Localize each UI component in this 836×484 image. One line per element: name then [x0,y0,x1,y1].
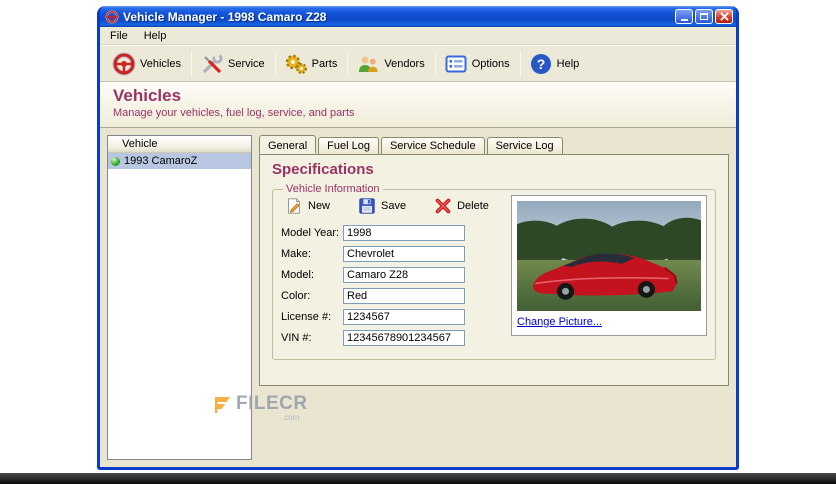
general-tab-panel: Specifications Vehicle Information New S… [259,154,729,386]
toolbar-button-parts[interactable]: Parts [278,49,346,79]
license-label: License #: [281,311,332,323]
toolbar-separator [190,50,192,77]
toolbar-separator [274,50,276,77]
toolbar-label: Help [556,57,580,70]
toolbar-label: Options [471,57,510,70]
tools-icon [200,52,224,76]
toolbar-label: Vehicles [140,57,181,70]
record-actions: New Save Delete [285,197,489,215]
red-x-icon [435,198,451,214]
delete-button[interactable]: Delete [434,197,489,215]
form-row: License #: [281,309,489,325]
toolbar-button-service[interactable]: Service [194,49,273,79]
vin-input[interactable] [343,330,465,346]
model-year-label: Model Year: [281,227,340,239]
svg-text:?: ? [536,56,545,72]
menu-help[interactable]: Help [136,28,175,44]
tab-fuel-log[interactable]: Fuel Log [318,137,379,154]
gears-icon [284,52,308,76]
window-title: Vehicle Manager - 1998 Camaro Z28 [123,9,327,24]
maximize-button[interactable] [695,9,713,24]
new-button[interactable]: New [285,197,330,215]
vehicle-list-item[interactable]: 1993 CamaroZ [108,153,251,169]
title-bar[interactable]: Vehicle Manager - 1998 Camaro Z28 [100,6,736,27]
detail-panel: General Fuel Log Service Schedule Servic… [259,135,729,460]
form-row: Make: [281,246,489,262]
list-options-icon [444,52,468,76]
tab-service-log[interactable]: Service Log [486,137,563,154]
toolbar-label: Vendors [384,57,425,70]
page-header: Vehicles Manage your vehicles, fuel log,… [100,82,736,128]
make-input[interactable] [343,246,465,262]
new-document-icon [288,198,300,214]
save-button[interactable]: Save [358,197,406,215]
vehicle-photo-frame: Change Picture... [511,195,707,336]
app-steering-wheel-icon [105,10,119,24]
form-row: VIN #: [281,330,489,346]
floppy-disk-icon [359,198,375,214]
color-label: Color: [281,290,311,302]
vin-label: VIN #: [281,332,312,344]
toolbar-button-vehicles[interactable]: Vehicles [106,49,189,79]
people-icon [356,52,380,76]
form-row: Model Year: [281,225,489,241]
form-row: Model: [281,267,489,283]
green-status-ball-icon [111,156,120,166]
vehicle-list: Vehicle 1993 CamaroZ [107,135,252,460]
form-row: Color: [281,288,489,304]
maximize-icon [700,13,708,20]
section-title: Specifications [272,161,374,178]
tab-strip: General Fuel Log Service Schedule Servic… [259,135,729,154]
license-input[interactable] [343,309,465,325]
menu-bar: File Help [100,27,736,45]
model-label: Model: [281,269,315,281]
vehicle-information-groupbox: Vehicle Information New Save Delete Mode… [272,183,716,360]
vehicle-form: New Save Delete Model Year: 1998 Make: C… [281,195,489,351]
toolbar-label: Service [227,57,265,70]
model-year-input[interactable] [343,225,465,241]
vehicle-photo [517,201,701,311]
color-input[interactable] [343,288,465,304]
toolbar-label: Parts [311,57,338,70]
window-controls [675,9,733,24]
question-icon: ? [529,52,553,76]
vehicle-list-item-label: 1993 CamaroZ [124,155,198,167]
vehicle-list-column-header[interactable]: Vehicle [108,136,251,153]
save-button-label: Save [381,200,407,212]
model-input[interactable] [343,267,465,283]
toolbar-separator [434,50,436,77]
minimize-icon [680,19,688,21]
close-icon [719,12,729,21]
steering-wheel-icon [112,52,136,76]
bottom-strip [0,473,836,484]
tab-general[interactable]: General [259,135,317,154]
close-button[interactable] [715,9,733,24]
make-label: Make: [281,248,311,260]
toolbar-button-vendors[interactable]: Vendors [350,49,432,79]
delete-button-label: Delete [457,200,489,212]
minimize-button[interactable] [675,9,693,24]
menu-file[interactable]: File [102,28,136,44]
toolbar-separator [519,50,521,77]
app-window: Vehicle Manager - 1998 Camaro Z28 File H… [97,6,739,470]
new-button-label: New [308,200,331,212]
photo-column: Change Picture... [511,195,707,351]
desktop: Vehicle Manager - 1998 Camaro Z28 File H… [0,0,836,484]
main-toolbar: Vehicles Service Parts Vendors Options ?… [100,45,736,82]
groupbox-title: Vehicle Information [286,183,380,195]
toolbar-separator [347,50,349,77]
page-subtitle: Manage your vehicles, fuel log, service,… [113,107,355,119]
change-picture-link[interactable]: Change Picture... [517,316,602,328]
page-title: Vehicles [113,86,182,105]
toolbar-button-options[interactable]: Options [438,49,518,79]
tab-service-schedule[interactable]: Service Schedule [380,137,485,154]
content-area: Vehicle 1993 CamaroZ General Fuel Log Se… [100,128,736,467]
toolbar-button-help[interactable]: ? Help [523,49,588,79]
